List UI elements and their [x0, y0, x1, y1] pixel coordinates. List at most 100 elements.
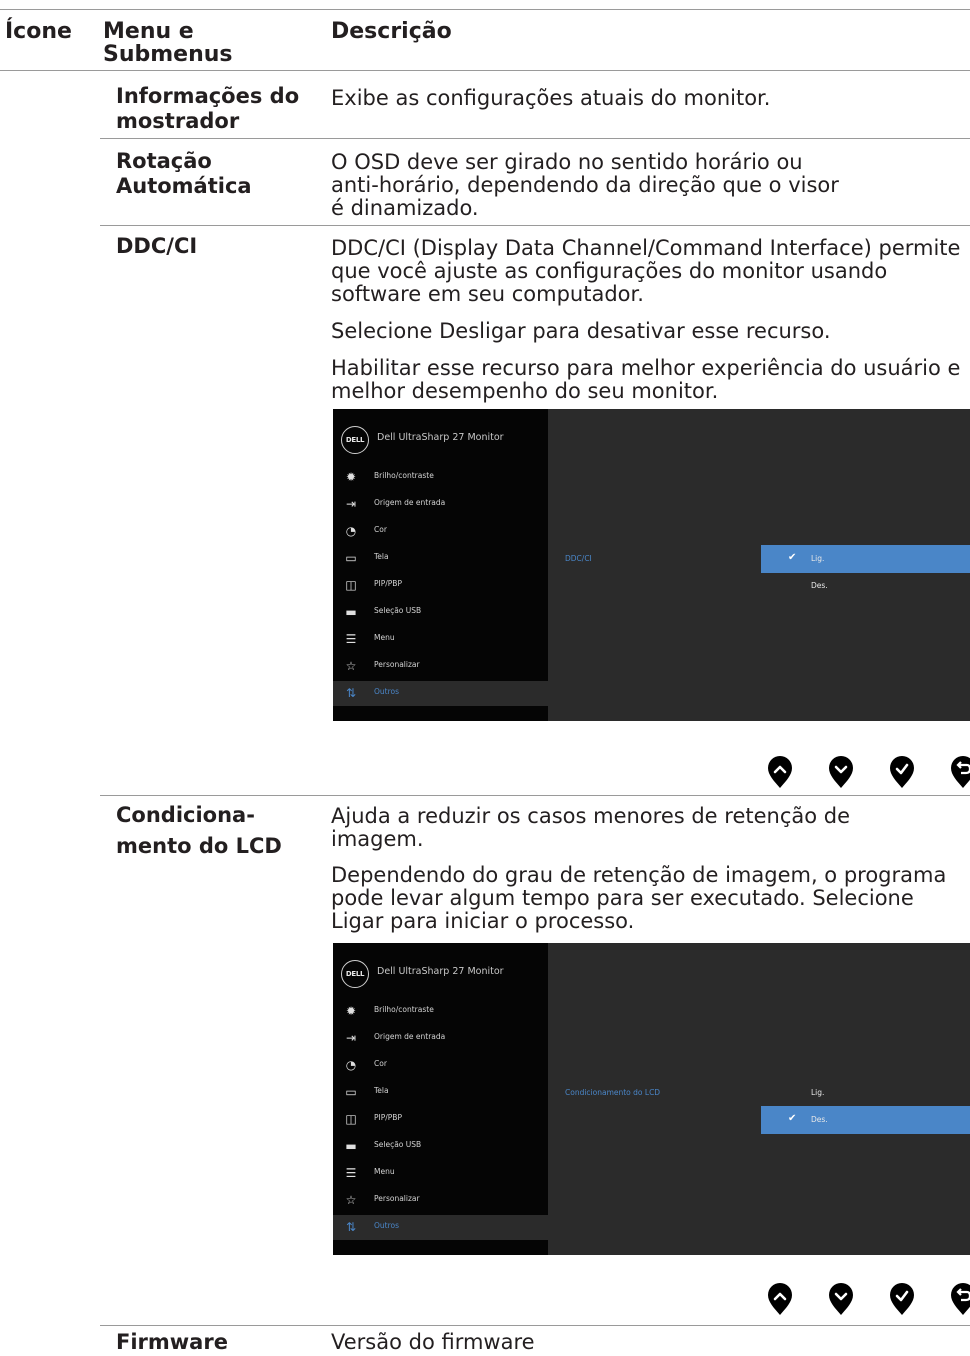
- osd-menu-item-label: Outros: [374, 1221, 400, 1230]
- osd-menu-item-label: Brilho/contraste: [374, 1005, 434, 1014]
- menu-auto-rotation: Rotação Automática: [116, 149, 252, 198]
- desc-ddc-ci-1: DDC/CI (Display Data Channel/Command Int…: [331, 236, 961, 306]
- row-rule: [100, 225, 970, 226]
- osd-menu-item-label: Outros: [374, 687, 400, 696]
- up-button[interactable]: [767, 1282, 793, 1316]
- osd-menu-item[interactable]: ☰ Menu: [333, 627, 548, 651]
- ok-button[interactable]: [889, 755, 915, 789]
- desc-lcd-conditioning-1: Ajuda a reduzir os casos menores de rete…: [331, 804, 851, 851]
- nav-buttons: [767, 755, 970, 789]
- input-source-icon: ⇥: [345, 1031, 357, 1045]
- osd-menu-item-label: PIP/PBP: [374, 1113, 402, 1122]
- up-button[interactable]: [767, 755, 793, 789]
- check-icon: ✔: [788, 1113, 797, 1124]
- desc-ddc-ci-2: Selecione Desligar para desativar esse r…: [331, 319, 831, 343]
- menu-ddc-ci: DDC/CI: [116, 234, 198, 258]
- osd-option-off[interactable]: Des.: [761, 572, 970, 600]
- menu-lcd-conditioning-label: Condiciona-mento do LCD: [116, 803, 282, 858]
- osd-menu-item[interactable]: ⇅ Outros: [333, 681, 548, 706]
- dell-logo: DELL: [341, 426, 369, 454]
- star-icon: ☆: [345, 659, 357, 673]
- osd-menu-item-label: Origem de entrada: [374, 1032, 446, 1041]
- osd-menu-item-label: Cor: [374, 1059, 387, 1068]
- others-icon: ⇅: [345, 1220, 357, 1234]
- desc-firmware: Versão do firmware: [331, 1330, 535, 1354]
- back-button[interactable]: [950, 1282, 970, 1316]
- input-source-icon: ⇥: [345, 497, 357, 511]
- osd-menu-item[interactable]: ▭ Tela: [333, 546, 548, 570]
- osd-model-name: Dell UltraSharp 27 Monitor: [377, 432, 504, 443]
- nav-buttons: [767, 1282, 970, 1316]
- dell-logo: DELL: [341, 960, 369, 988]
- check-icon: ✔: [788, 552, 797, 563]
- osd-sidebar: DELL Dell UltraSharp 27 Monitor ✹ Brilho/…: [333, 409, 548, 721]
- osd-menu-item[interactable]: ⇥ Origem de entrada: [333, 1026, 548, 1050]
- header-rule: [0, 70, 970, 71]
- osd-menu-item[interactable]: ☆ Personalizar: [333, 1188, 548, 1212]
- osd-menu-item-label: Tela: [374, 1086, 389, 1095]
- header-description: Descrição: [331, 19, 452, 44]
- menu-firmware: Firmware: [116, 1330, 228, 1354]
- osd-menu-item-label: Menu: [374, 633, 395, 642]
- osd-menu-item[interactable]: ▬ Seleção USB: [333, 1134, 548, 1158]
- osd-option-value: Des.: [811, 1115, 828, 1124]
- osd-menu-item[interactable]: ⇅ Outros: [333, 1215, 548, 1240]
- osd-option-name: Condicionamento do LCD: [565, 1088, 661, 1097]
- usb-icon: ▬: [345, 605, 357, 619]
- desc-info-display: Exibe as configurações atuais do monitor…: [331, 86, 771, 110]
- header-menu: Menu e Submenus: [103, 19, 233, 67]
- menu-icon: ☰: [345, 1166, 357, 1180]
- osd-menu-item-label: Brilho/contraste: [374, 471, 434, 480]
- row-rule: [100, 1325, 970, 1326]
- osd-menu-item[interactable]: ◫ PIP/PBP: [333, 1107, 548, 1131]
- osd-menu-item-label: Seleção USB: [374, 606, 422, 615]
- osd-menu-item[interactable]: ☆ Personalizar: [333, 654, 548, 678]
- osd-menu-item-label: PIP/PBP: [374, 579, 402, 588]
- osd-menu-item-label: Personalizar: [374, 660, 420, 669]
- color-icon: ◔: [345, 1058, 357, 1072]
- desc-ddc-ci-3: Habilitar esse recurso para melhor exper…: [331, 356, 961, 403]
- color-icon: ◔: [345, 524, 357, 538]
- ok-button[interactable]: [889, 1282, 915, 1316]
- brightness-icon: ✹: [345, 470, 357, 484]
- down-button[interactable]: [828, 755, 854, 789]
- osd-menu-item-label: Seleção USB: [374, 1140, 422, 1149]
- menu-icon: ☰: [345, 632, 357, 646]
- display-icon: ▭: [345, 551, 357, 565]
- header-icon: Ícone: [5, 19, 72, 44]
- menu-info-display: Informações do mostrador: [116, 84, 300, 133]
- brightness-icon: ✹: [345, 1004, 357, 1018]
- pip-pbp-icon: ◫: [345, 578, 357, 592]
- osd-menu-item[interactable]: ✹ Brilho/contraste: [333, 465, 548, 489]
- menu-lcd-conditioning: Condiciona-mento do LCD: [116, 800, 291, 862]
- osd-option-value: Des.: [811, 581, 828, 590]
- osd-menu-item[interactable]: ◔ Cor: [333, 1053, 548, 1077]
- osd-menu-item[interactable]: ✹ Brilho/contraste: [333, 999, 548, 1023]
- osd-option-on[interactable]: Lig.: [761, 1079, 970, 1107]
- others-icon: ⇅: [345, 686, 357, 700]
- desc-auto-rotation: O OSD deve ser girado no sentido horário…: [331, 150, 839, 220]
- osd-sidebar: DELL Dell UltraSharp 27 Monitor ✹ Brilho/…: [333, 943, 548, 1255]
- row-rule: [100, 795, 970, 796]
- osd-option-on[interactable]: ✔ Lig.: [761, 545, 970, 573]
- osd-screenshot-lcd: DELL Dell UltraSharp 27 Monitor ✹ Brilho/…: [333, 943, 970, 1255]
- osd-option-value: Lig.: [811, 554, 825, 563]
- osd-model-name: Dell UltraSharp 27 Monitor: [377, 966, 504, 977]
- osd-option-off[interactable]: ✔ Des.: [761, 1106, 970, 1134]
- down-button[interactable]: [828, 1282, 854, 1316]
- row-rule: [100, 138, 970, 139]
- osd-menu-item[interactable]: ▬ Seleção USB: [333, 600, 548, 624]
- back-button[interactable]: [950, 755, 970, 789]
- osd-menu-item[interactable]: ◫ PIP/PBP: [333, 573, 548, 597]
- osd-menu-item-label: Menu: [374, 1167, 395, 1176]
- osd-menu-item-label: Cor: [374, 525, 387, 534]
- osd-menu-item[interactable]: ▭ Tela: [333, 1080, 548, 1104]
- desc-lcd-conditioning-2: Dependendo do grau de retenção de imagem…: [331, 863, 947, 933]
- osd-menu-item-label: Personalizar: [374, 1194, 420, 1203]
- osd-menu-item[interactable]: ◔ Cor: [333, 519, 548, 543]
- osd-menu-item[interactable]: ⇥ Origem de entrada: [333, 492, 548, 516]
- osd-option-name: DDC/CI: [565, 554, 592, 563]
- osd-menu-item[interactable]: ☰ Menu: [333, 1161, 548, 1185]
- top-rule: [0, 9, 970, 10]
- star-icon: ☆: [345, 1193, 357, 1207]
